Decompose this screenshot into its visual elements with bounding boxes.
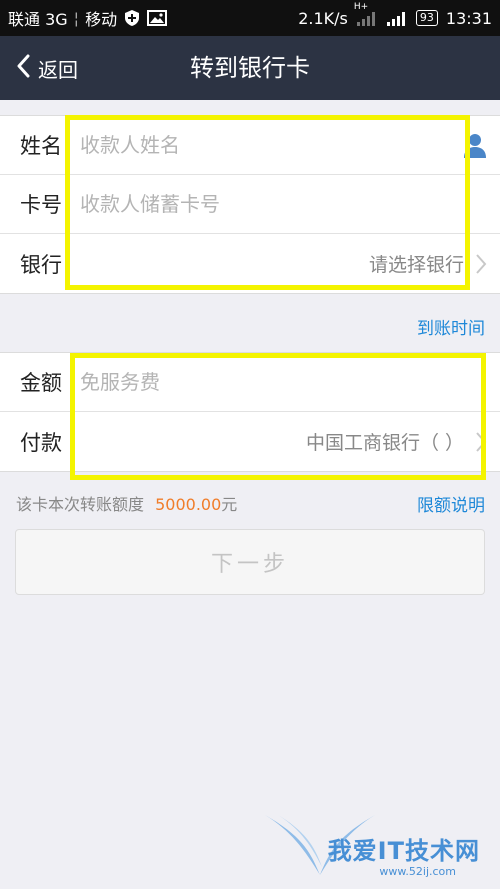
chevron-right-icon [470,253,500,275]
bank-label: 银行 [20,252,62,277]
card-number-row: 卡号 [0,175,500,234]
bank-select-value: 请选择银行 [368,254,464,276]
battery-icon: 93 [415,10,438,26]
payment-method-row[interactable]: 付款 中国工商银行（ ） [0,412,500,471]
chevron-left-icon [16,54,30,83]
payment-form: 金额 付款 中国工商银行（ ） [0,352,500,472]
card-label: 卡号 [20,193,62,217]
clock: 13:31 [445,8,492,28]
limit-amount: 5000.00 [155,495,222,514]
name-input[interactable] [80,133,456,157]
carrier-1: 联通 3G [8,10,68,29]
name-label: 姓名 [20,134,62,158]
amount-row: 金额 [0,353,500,412]
chevron-right-icon [470,431,500,453]
watermark-url: www.52ij.com [379,865,456,878]
card-number-input[interactable] [80,192,500,216]
payment-method-value: 中国工商银行（ ） [305,432,464,454]
network-speed: 2.1K/s [298,8,348,28]
next-step-button[interactable]: 下一步 [15,529,485,595]
arrival-time-link[interactable]: 到账时间 [417,314,485,339]
image-notification-icon [147,10,168,26]
navigation-bar: 返回 转到银行卡 [0,36,500,100]
limit-unit: 元 [221,495,238,514]
back-button[interactable]: 返回 [16,36,78,100]
signal-h-plus-icon: H+ [354,2,378,26]
signal-bars-icon [386,10,408,26]
amount-label: 金额 [20,371,62,395]
contact-person-icon[interactable] [456,131,500,159]
name-row: 姓名 [0,116,500,175]
recipient-form: 姓名 卡号 银行 请选择银行 [0,115,500,294]
carrier-2: 移动 [85,10,118,29]
transfer-limit-note: 该卡本次转账额度 5000.00元 [16,491,237,515]
back-label: 返回 [38,57,78,82]
bank-select-row[interactable]: 银行 请选择银行 [0,234,500,293]
limit-info-link[interactable]: 限额说明 [417,491,485,516]
status-bar: 联通 3G ¦ 移动 2.1K/s H+ 93 13:31 [0,0,500,36]
pay-label: 付款 [20,430,62,455]
amount-input[interactable] [80,370,500,394]
limit-text: 该卡本次转账额度 [16,495,145,514]
carrier-separator-icon: ¦ [73,8,80,28]
watermark-logo: 我爱IT技术网 www.52ij.com [260,805,490,885]
watermark-text: 我爱IT技术网 [327,837,480,865]
shield-icon [123,9,141,27]
